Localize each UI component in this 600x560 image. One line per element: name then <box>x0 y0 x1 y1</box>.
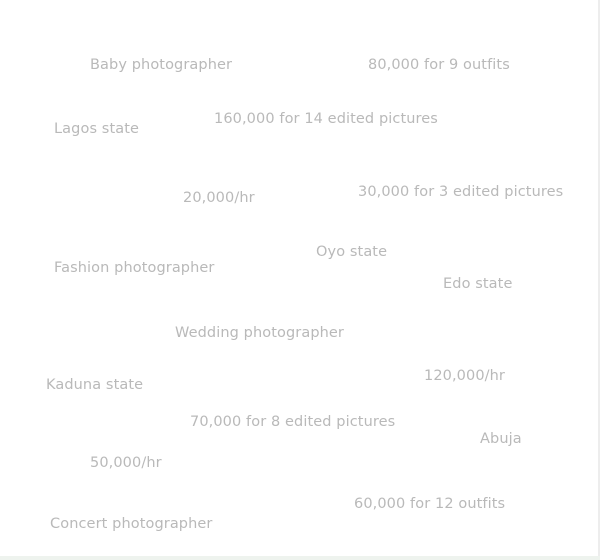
tag-cloud: Baby photographer 80,000 for 9 outfits L… <box>0 0 600 560</box>
tag-hourly-rate-50000: 50,000/hr <box>90 455 162 471</box>
tag-price-9-outfits: 80,000 for 9 outfits <box>368 57 510 73</box>
tag-oyo-state: Oyo state <box>316 244 388 260</box>
tag-lagos-state: Lagos state <box>54 121 140 137</box>
tag-baby-photographer: Baby photographer <box>90 57 233 73</box>
tag-hourly-rate-20000: 20,000/hr <box>183 190 255 206</box>
tag-price-14-edited-pictures: 160,000 for 14 edited pictures <box>214 111 438 127</box>
tag-abuja: Abuja <box>480 431 522 447</box>
tag-hourly-rate-120000: 120,000/hr <box>424 368 505 384</box>
tag-wedding-photographer: Wedding photographer <box>175 325 344 341</box>
tag-kaduna-state: Kaduna state <box>46 377 144 393</box>
tag-edo-state: Edo state <box>443 276 513 292</box>
tag-price-12-outfits: 60,000 for 12 outfits <box>354 496 506 512</box>
tag-concert-photographer: Concert photographer <box>50 516 213 532</box>
tag-fashion-photographer: Fashion photographer <box>54 260 215 276</box>
tag-price-3-edited-pictures: 30,000 for 3 edited pictures <box>358 184 564 200</box>
tag-price-8-edited-pictures: 70,000 for 8 edited pictures <box>190 414 396 430</box>
bottom-edge-divider <box>0 556 600 560</box>
